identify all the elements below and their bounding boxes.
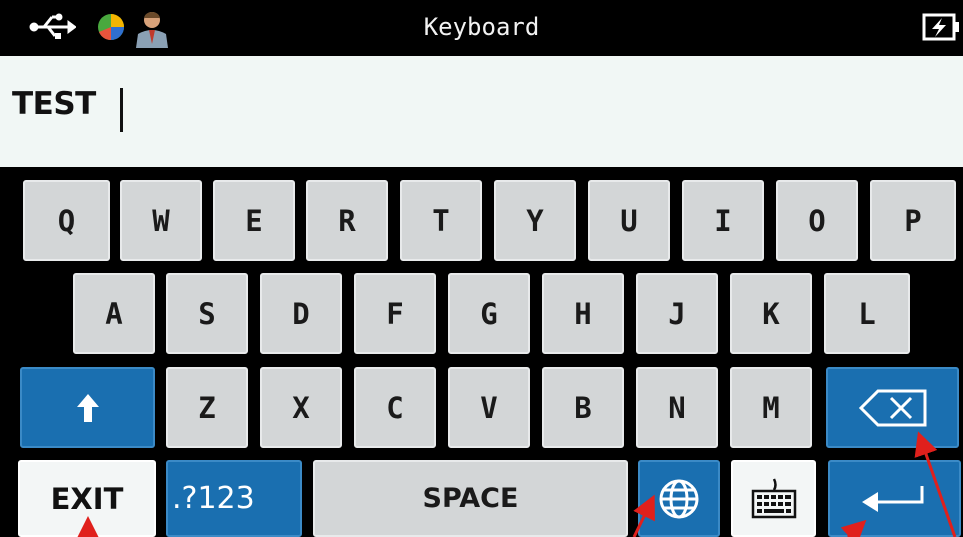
- text-cursor: [120, 88, 123, 132]
- globe-icon: [659, 479, 699, 518]
- key-b[interactable]: B: [542, 367, 624, 448]
- key-h[interactable]: H: [542, 273, 624, 354]
- key-c[interactable]: C: [354, 367, 436, 448]
- key-s[interactable]: S: [166, 273, 248, 354]
- key-k[interactable]: K: [730, 273, 812, 354]
- key-a[interactable]: A: [73, 273, 155, 354]
- key-v[interactable]: V: [448, 367, 530, 448]
- key-l[interactable]: L: [824, 273, 910, 354]
- hide-keyboard-key[interactable]: [731, 460, 816, 537]
- space-key[interactable]: SPACE: [313, 460, 628, 537]
- key-m[interactable]: M: [730, 367, 812, 448]
- symbols-key[interactable]: .?123: [166, 460, 302, 537]
- shift-key[interactable]: [20, 367, 155, 448]
- key-g[interactable]: G: [448, 273, 530, 354]
- key-x[interactable]: X: [260, 367, 342, 448]
- key-p[interactable]: P: [870, 180, 956, 261]
- exit-button[interactable]: EXIT: [18, 460, 156, 537]
- status-bar: Keyboard: [0, 0, 963, 54]
- backspace-key[interactable]: [826, 367, 959, 448]
- shift-arrow-icon: [76, 393, 99, 422]
- key-d[interactable]: D: [260, 273, 342, 354]
- key-t[interactable]: T: [400, 180, 482, 261]
- enter-icon: [861, 485, 923, 512]
- key-u[interactable]: U: [588, 180, 670, 261]
- battery-charging-icon: [922, 13, 959, 41]
- key-r[interactable]: R: [306, 180, 388, 261]
- text-input-field[interactable]: TEST: [0, 56, 963, 167]
- key-w[interactable]: W: [120, 180, 202, 261]
- key-e[interactable]: E: [213, 180, 295, 261]
- backspace-icon: [858, 389, 926, 426]
- key-n[interactable]: N: [636, 367, 718, 448]
- key-i[interactable]: I: [682, 180, 764, 261]
- window-title: Keyboard: [423, 13, 540, 41]
- language-key[interactable]: [638, 460, 720, 537]
- input-text-value: TEST: [12, 86, 96, 122]
- key-j[interactable]: J: [636, 273, 718, 354]
- keyboard-icon: [751, 477, 796, 518]
- key-f[interactable]: F: [354, 273, 436, 354]
- enter-key[interactable]: [828, 460, 961, 537]
- key-y[interactable]: Y: [494, 180, 576, 261]
- key-o[interactable]: O: [776, 180, 858, 261]
- key-z[interactable]: Z: [166, 367, 248, 448]
- key-q[interactable]: Q: [23, 180, 110, 261]
